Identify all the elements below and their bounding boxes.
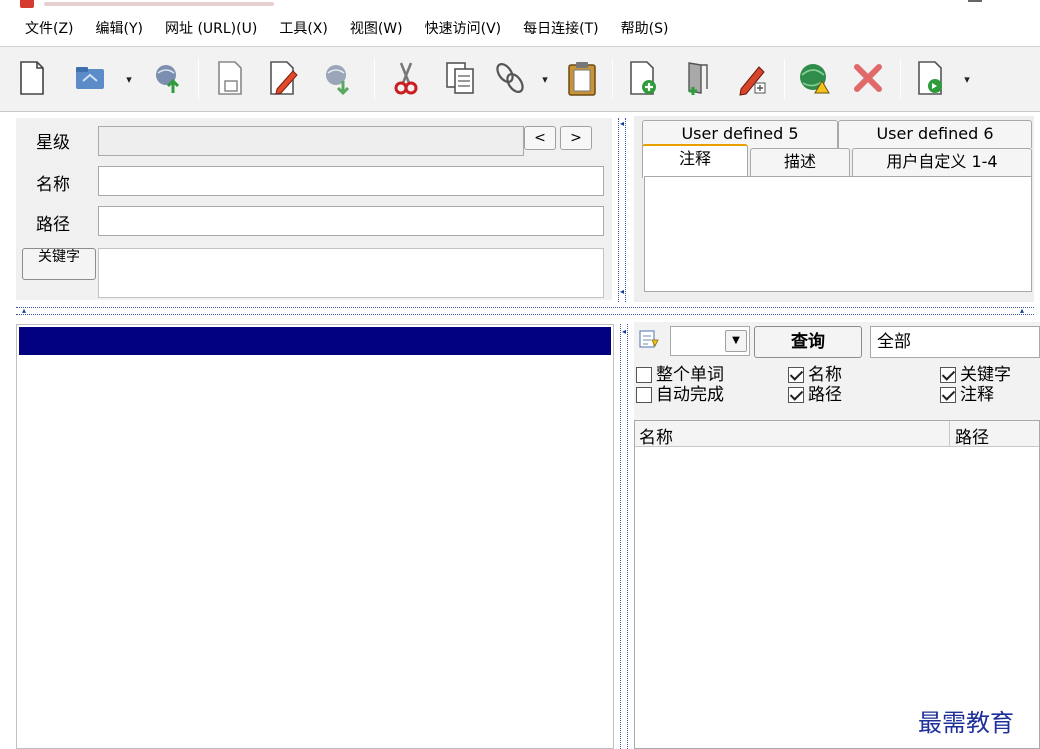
tab-user-defined-1-4[interactable]: 用户自定义 1-4 xyxy=(852,148,1032,176)
toolbar: ▾ ▾ ▾ xyxy=(0,46,1040,112)
query-button[interactable]: 查询 xyxy=(754,326,862,358)
checkbox-notes[interactable]: 注释 xyxy=(940,386,994,404)
checkbox-keywords[interactable]: 关键字 xyxy=(940,366,1011,384)
check-globe-icon[interactable] xyxy=(794,55,834,101)
edit-pencil-icon[interactable] xyxy=(732,55,772,101)
collapse-up-right-icon[interactable]: ▴ xyxy=(1020,306,1024,315)
tab-user-defined-6[interactable]: User defined 6 xyxy=(838,120,1032,148)
menu-quick-access[interactable]: 快速访问(V) xyxy=(425,18,502,38)
name-field[interactable] xyxy=(98,166,604,196)
notes-textarea[interactable] xyxy=(644,176,1032,292)
chevron-down-icon[interactable]: ▼ xyxy=(725,330,747,352)
collapse-left-icon[interactable]: ◂ xyxy=(619,120,625,128)
horizontal-splitter[interactable]: ▴ ▴ xyxy=(16,306,1034,315)
column-header-path[interactable]: 路径 xyxy=(955,423,989,448)
checkbox-name[interactable]: 名称 xyxy=(788,366,842,384)
checkbox-box[interactable] xyxy=(636,387,652,403)
upload-globe-icon[interactable] xyxy=(148,55,188,101)
menu-file[interactable]: 文件(Z) xyxy=(25,18,74,38)
tab-notes[interactable]: 注释 xyxy=(642,144,748,178)
keywords-textarea[interactable] xyxy=(98,248,604,298)
search-input[interactable]: ▼ xyxy=(670,326,750,356)
notes-tab-panel: User defined 5 User defined 6 注释 描述 用户自定… xyxy=(634,116,1034,302)
menu-edit[interactable]: 编辑(Y) xyxy=(96,18,143,38)
menu-url[interactable]: 网址 (URL)(U) xyxy=(165,18,257,38)
name-label: 名称 xyxy=(36,175,70,195)
scope-select[interactable]: 全部 xyxy=(870,326,1040,358)
rating-label: 星级 xyxy=(36,133,70,153)
rating-field[interactable] xyxy=(98,126,524,156)
list-header-selected[interactable] xyxy=(19,327,611,355)
menu-view[interactable]: 视图(W) xyxy=(350,18,403,38)
minimize-icon[interactable] xyxy=(968,0,982,2)
copy-icon[interactable] xyxy=(440,55,480,101)
menu-help[interactable]: 帮助(S) xyxy=(621,18,669,38)
watermark: 最需教育 xyxy=(918,709,1014,737)
export-icon[interactable] xyxy=(910,55,950,101)
add-folder-icon[interactable] xyxy=(678,55,718,101)
checkbox-box[interactable] xyxy=(940,367,956,383)
edit-document-icon[interactable] xyxy=(262,55,302,101)
add-document-icon[interactable] xyxy=(622,55,662,101)
save-icon[interactable] xyxy=(210,55,250,101)
menu-daily-links[interactable]: 每日连接(T) xyxy=(523,18,598,38)
collapse-left-bottom-icon[interactable]: ◂ xyxy=(619,288,625,296)
next-button[interactable]: > xyxy=(560,126,592,150)
column-divider[interactable] xyxy=(949,421,950,447)
menu-bar: 文件(Z) 编辑(Y) 网址 (URL)(U) 工具(X) 视图(W) 快速访问… xyxy=(0,12,1040,44)
checkbox-box[interactable] xyxy=(788,367,804,383)
properties-form: 星级 < > 名称 路径 关键字 xyxy=(16,118,612,300)
checkbox-box[interactable] xyxy=(788,387,804,403)
link-icon[interactable] xyxy=(490,55,530,101)
cut-icon[interactable] xyxy=(386,55,426,101)
checkbox-whole-word[interactable]: 整个单词 xyxy=(636,366,724,384)
path-field[interactable] xyxy=(98,206,604,236)
search-filter-icon[interactable] xyxy=(638,328,660,350)
title-bar xyxy=(0,0,1040,12)
open-folder-icon[interactable] xyxy=(70,55,110,101)
checkbox-autocomplete[interactable]: 自动完成 xyxy=(636,386,724,404)
column-header-name[interactable]: 名称 xyxy=(639,423,673,448)
menu-tools[interactable]: 工具(X) xyxy=(279,18,328,38)
open-dropdown-icon[interactable]: ▾ xyxy=(124,74,134,85)
prev-button[interactable]: < xyxy=(524,126,556,150)
vertical-splitter-bottom[interactable]: ◂ xyxy=(620,324,628,749)
checkbox-box[interactable] xyxy=(940,387,956,403)
paste-icon[interactable] xyxy=(562,55,602,101)
delete-icon[interactable] xyxy=(848,55,888,101)
tab-description[interactable]: 描述 xyxy=(750,148,850,176)
window-title xyxy=(44,2,274,6)
results-table[interactable]: 名称 路径 xyxy=(634,420,1040,749)
results-header: 名称 路径 xyxy=(635,421,1039,448)
checkbox-box[interactable] xyxy=(636,367,652,383)
download-globe-icon[interactable] xyxy=(318,55,358,101)
new-document-icon[interactable] xyxy=(12,55,52,101)
app-icon xyxy=(20,0,34,8)
link-dropdown-icon[interactable]: ▾ xyxy=(540,74,550,85)
export-dropdown-icon[interactable]: ▾ xyxy=(962,74,972,85)
checkbox-path[interactable]: 路径 xyxy=(788,386,842,404)
keywords-button[interactable]: 关键字 xyxy=(22,248,96,280)
path-label: 路径 xyxy=(36,215,70,235)
vertical-splitter-top[interactable]: ◂ ◂ xyxy=(618,118,626,302)
search-panel: ▼ 查询 全部 整个单词 名称 关键字 自动完成 路径 注释 名称 路径 xyxy=(634,322,1040,749)
collapse-left-lower-icon[interactable]: ◂ xyxy=(621,328,627,336)
collapse-up-icon[interactable]: ▴ xyxy=(22,306,26,315)
bookmark-list[interactable] xyxy=(16,324,614,749)
